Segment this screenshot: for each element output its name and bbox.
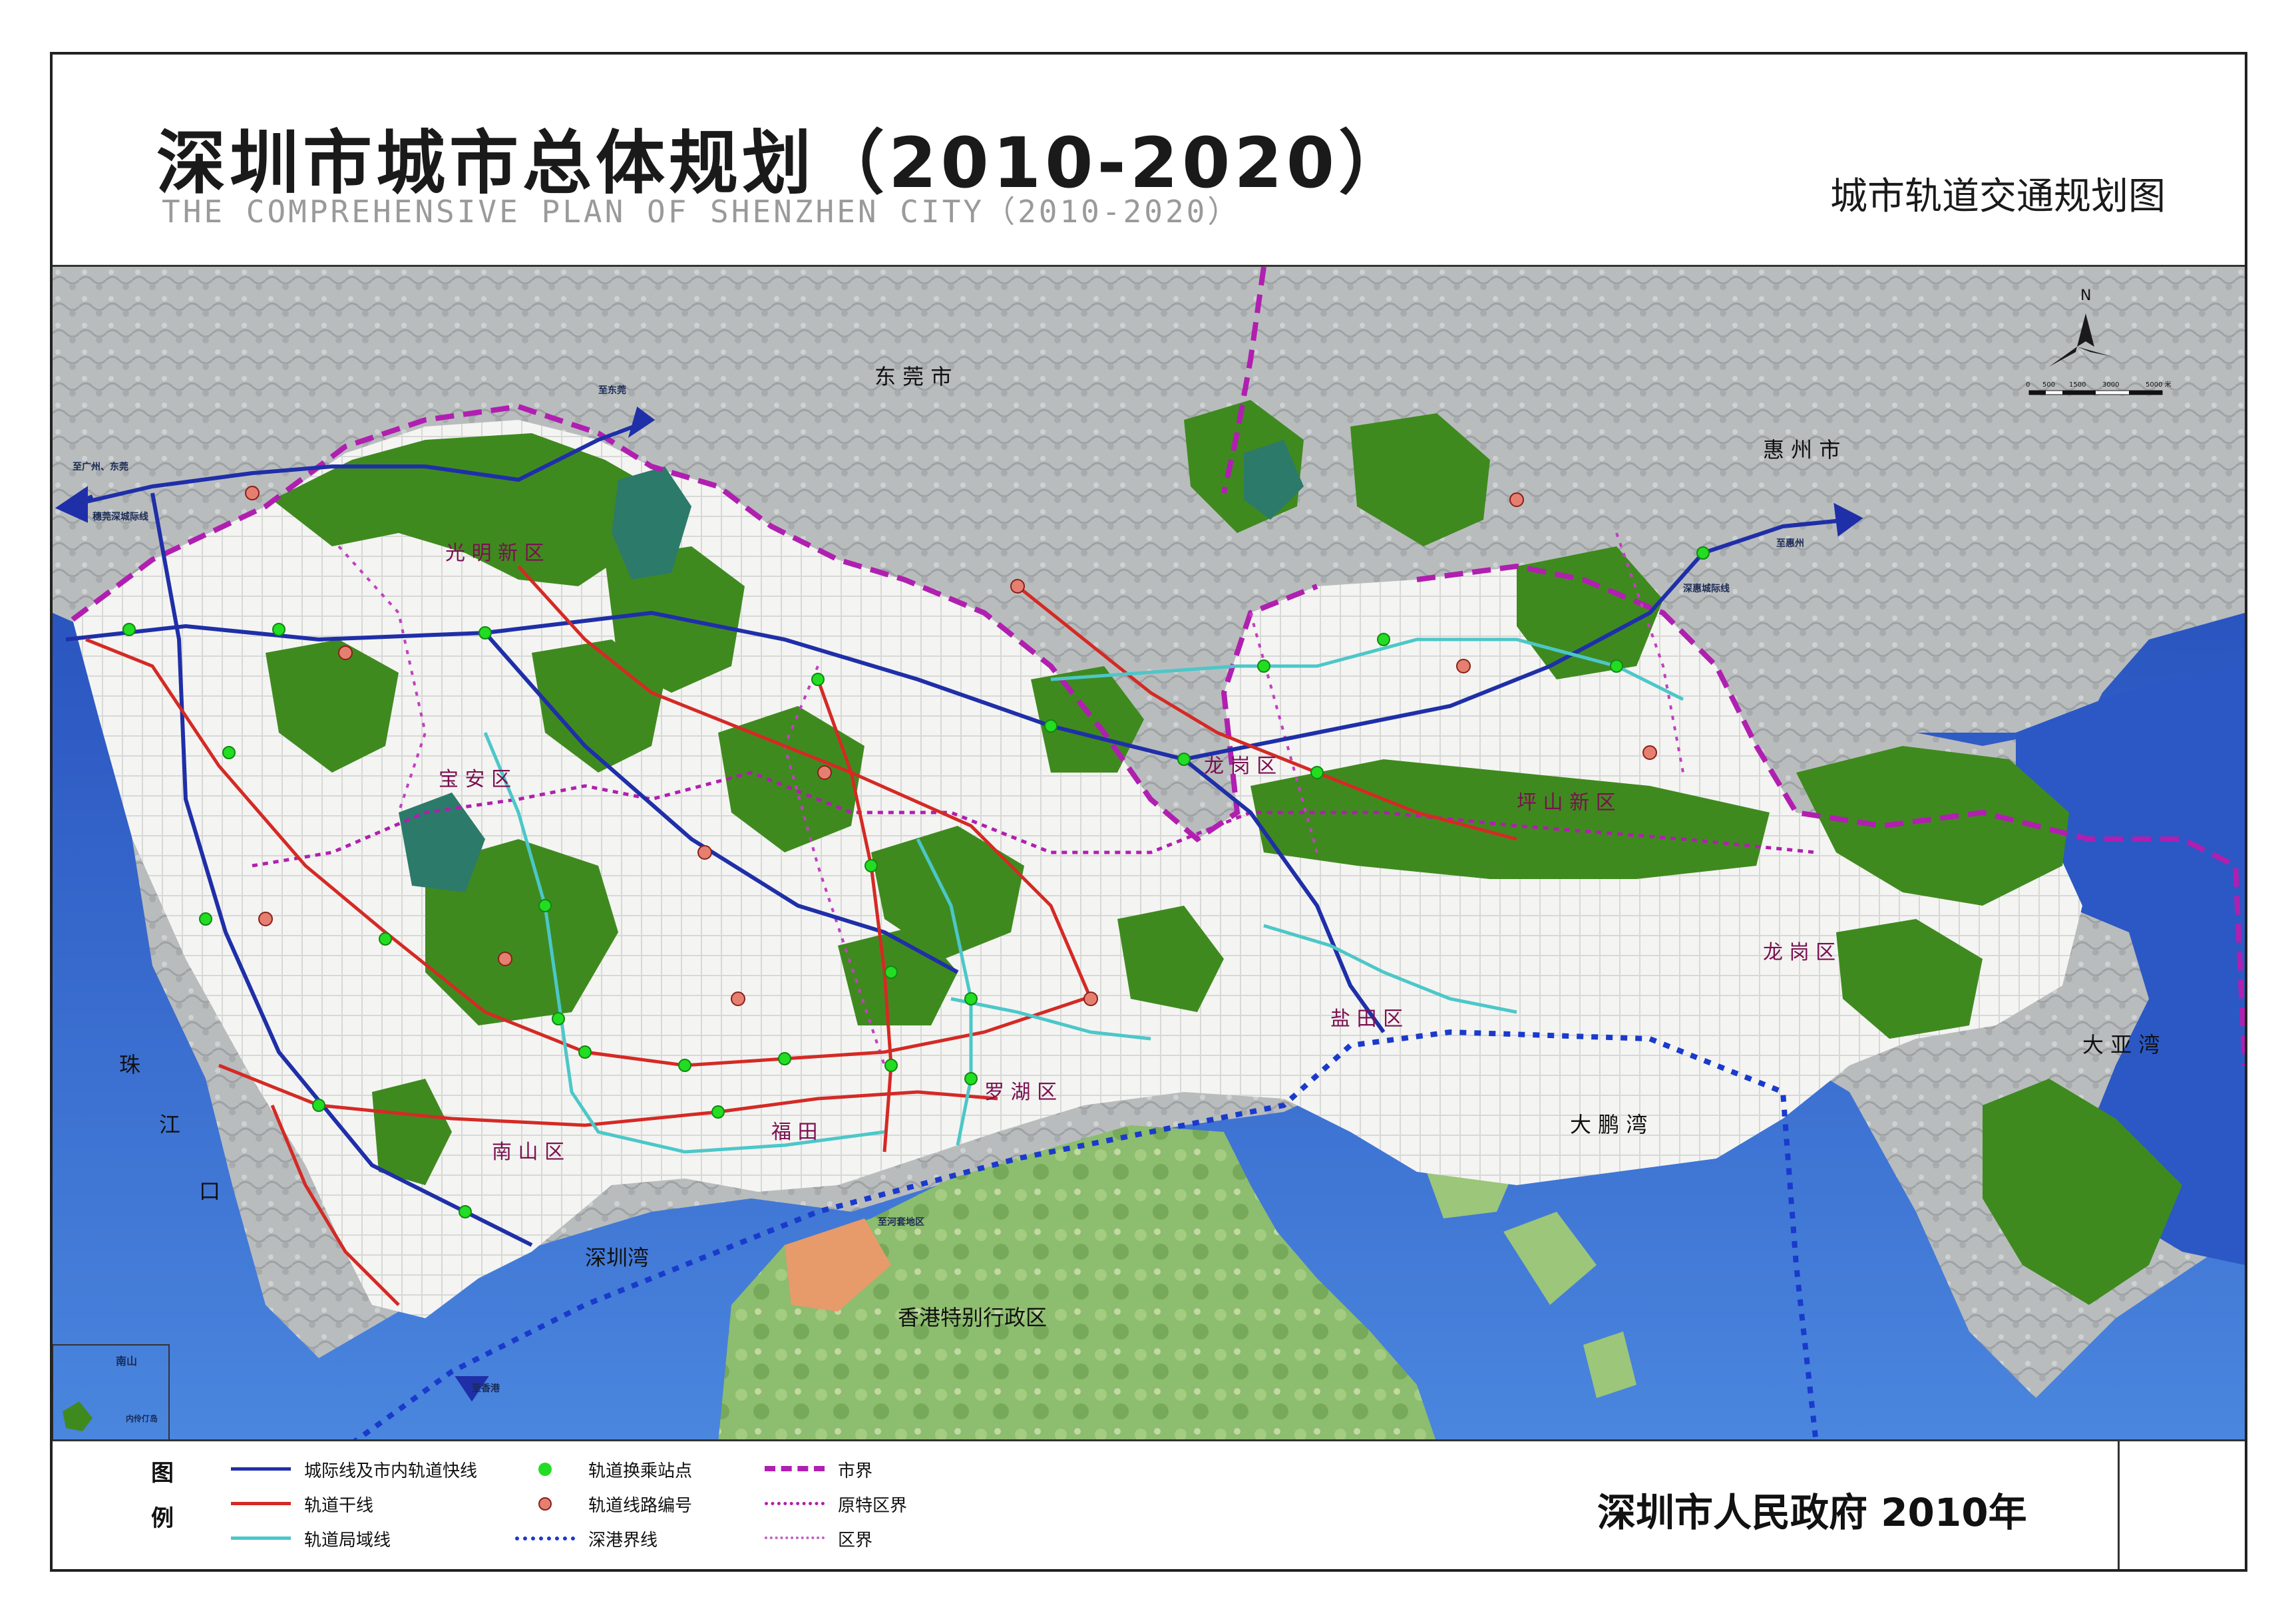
annot-nanshan-island: 南山 xyxy=(116,1355,137,1367)
legend-label: 轨道局域线 xyxy=(304,1530,391,1550)
label-yantian: 盐 田 区 xyxy=(1330,1007,1403,1031)
legend-item-city-boundary: 市界 xyxy=(765,1456,872,1483)
legend-item-intercity: 城际线及市内轨道快线 xyxy=(231,1456,477,1483)
label-pearl-river-2: 江 xyxy=(159,1112,180,1137)
legend-magenta-dashed-symbol xyxy=(765,1456,825,1483)
label-hongkong: 香港特别行政区 xyxy=(898,1305,1047,1330)
annot-shenhui: 深惠城际线 xyxy=(1683,583,1730,594)
scale-500: 500 xyxy=(2042,381,2055,389)
legend-label: 城际线及市内轨道快线 xyxy=(304,1461,478,1481)
label-daya-bay: 大 亚 湾 xyxy=(2082,1032,2160,1057)
map-type-label: 城市轨道交通规划图 xyxy=(1830,175,2166,218)
legend-red-line-symbol xyxy=(231,1491,291,1517)
legend-item-trunk: 轨道干线 xyxy=(231,1491,373,1517)
legend-label: 轨道换乘站点 xyxy=(588,1461,693,1481)
legend-item-hk-boundary: 深港界线 xyxy=(515,1525,658,1552)
label-futian: 福 田 xyxy=(771,1121,818,1144)
map-subtitle: THE COMPREHENSIVE PLAN OF SHENZHEN CITY（… xyxy=(162,194,1241,230)
label-nanshan: 南 山 区 xyxy=(492,1141,564,1164)
legend-magenta-dotted-symbol xyxy=(765,1491,825,1517)
label-pearl-river-3: 口 xyxy=(199,1178,220,1204)
legend-label: 原特区界 xyxy=(838,1495,908,1516)
annot-to-huizhou: 至惠州 xyxy=(1776,538,1804,549)
legend-blue-dotted-symbol xyxy=(515,1525,575,1552)
legend-label: 深港界线 xyxy=(588,1530,658,1550)
annot-to-dongguan: 至东莞 xyxy=(598,385,626,396)
legend-title-2: 例 xyxy=(151,1505,174,1532)
label-huizhou: 惠 州 市 xyxy=(1763,437,1840,462)
legend-item-district-boundary: 区界 xyxy=(765,1525,872,1552)
legend-green-dot-symbol xyxy=(515,1456,575,1483)
legend-number-badge-symbol xyxy=(515,1491,575,1517)
annot-to-hongkong: 至香港 xyxy=(472,1383,500,1394)
label-pingshan: 坪 山 新 区 xyxy=(1517,791,1616,814)
issuer-label: 深圳市人民政府 2010年 xyxy=(1597,1490,2027,1535)
label-baoan: 宝 安 区 xyxy=(439,768,511,791)
scale-3000: 3000 xyxy=(2102,381,2119,389)
legend-cyan-line-symbol xyxy=(231,1525,291,1552)
label-dapeng-bay: 大 鹏 湾 xyxy=(1570,1112,1647,1137)
annot-inset: 内伶仃岛 xyxy=(126,1413,158,1423)
label-longgang-e: 龙 岗 区 xyxy=(1763,941,1835,964)
legend-label: 区界 xyxy=(838,1530,873,1550)
legend-blue-line-symbol xyxy=(231,1456,291,1483)
legend-divider xyxy=(2118,1441,2120,1569)
annot-guanshen: 穗莞深城际线 xyxy=(93,511,148,522)
scale-5000: 5000 米 xyxy=(2146,380,2172,389)
map-svg[interactable]: 东 莞 市 惠 州 市 香港特别行政区 珠 江 口 深圳湾 大 鹏 湾 大 亚 … xyxy=(53,267,2245,1441)
legend-item-sez-boundary: 原特区界 xyxy=(765,1491,907,1517)
label-shenzhen-bay: 深圳湾 xyxy=(585,1245,649,1270)
legend-label: 轨道线路编号 xyxy=(588,1495,693,1516)
legend-item-station: 轨道换乘站点 xyxy=(515,1456,692,1483)
scale-0: 0 xyxy=(2026,381,2030,389)
label-dongguan: 东 莞 市 xyxy=(874,364,952,389)
compass-north: N xyxy=(2080,287,2091,304)
label-luohu: 罗 湖 区 xyxy=(984,1081,1057,1104)
legend-label: 轨道干线 xyxy=(304,1495,374,1516)
legend-label: 市界 xyxy=(838,1461,873,1481)
legend-item-badge: 轨道线路编号 xyxy=(515,1491,692,1517)
legend-title-1: 图 xyxy=(151,1460,174,1487)
label-pearl-river-1: 珠 xyxy=(119,1052,140,1077)
label-guangming: 光 明 新 区 xyxy=(445,542,544,565)
annot-to-guangzhou: 至广州、东莞 xyxy=(73,461,128,472)
legend-item-local: 轨道局域线 xyxy=(231,1525,391,1552)
legend-magenta-dotted-light-symbol xyxy=(765,1525,825,1552)
label-longgang-w: 龙 岗 区 xyxy=(1204,755,1276,778)
map-canvas[interactable]: 东 莞 市 惠 州 市 香港特别行政区 珠 江 口 深圳湾 大 鹏 湾 大 亚 … xyxy=(53,265,2245,1441)
scale-1500: 1500 xyxy=(2069,381,2086,389)
annot-to-hk-border: 至河套地区 xyxy=(878,1216,924,1228)
